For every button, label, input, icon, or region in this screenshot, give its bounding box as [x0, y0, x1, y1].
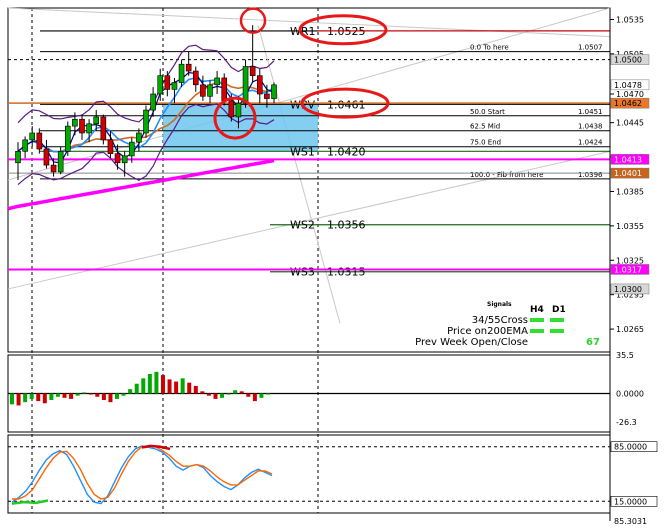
price-tag-3: 1.0413	[614, 155, 642, 164]
fib-value-2: 1.0438	[578, 123, 603, 131]
momentum-axis-label-0: 35.5	[616, 351, 634, 360]
candle-body	[114, 153, 121, 164]
momentum-axis-label-1: 0.0000	[616, 390, 644, 399]
candle-body	[256, 75, 263, 95]
price-axis-label-3: 1.0445	[616, 119, 644, 128]
signal-indicator-h4	[530, 318, 544, 322]
candle-body	[128, 141, 135, 157]
oscillator-axis-label-1: 15.0000	[614, 497, 647, 506]
level-label-ws2: WS2	[290, 219, 315, 232]
candle-body	[22, 139, 28, 152]
chart-canvas: WR1 1.0525WPV 1.0461WS1 1.0420WS2 1.0356WS3 1…	[7, 7, 658, 526]
candle-body	[72, 118, 78, 127]
candle-body	[36, 132, 43, 150]
fib-label-2: 62.5 Mid	[470, 123, 500, 131]
fib-label-0: 0.0 To here	[470, 44, 509, 52]
candle-body	[79, 118, 85, 134]
candle-body	[15, 151, 21, 164]
candle-body	[228, 100, 235, 118]
level-label-ws3: WS3	[290, 266, 315, 279]
candle-body	[86, 123, 92, 134]
candle-body	[150, 93, 156, 111]
fib-label-4: 100.0 - Fib from here	[470, 171, 543, 179]
fib-value-0: 1.0507	[578, 44, 603, 52]
level-value-ws1: 1.0420	[327, 145, 366, 158]
oscillator-axis-label-2: 85.3031	[614, 517, 647, 525]
signals-d1-header: D1	[552, 305, 566, 315]
signals-h4-header: H4	[530, 305, 544, 315]
candle-body	[171, 82, 178, 90]
level-value-ws3: 1.0315	[327, 266, 366, 279]
price-tag-6: 1.0300	[614, 285, 642, 294]
price-axis-label-2: 1.0470	[616, 90, 644, 99]
candle-body	[43, 148, 50, 166]
price-tag-0: 1.0500	[614, 56, 642, 65]
candle-body	[185, 63, 192, 72]
candle-body	[164, 75, 171, 90]
price-tag-4: 1.0401	[614, 169, 642, 178]
candle-body	[107, 139, 114, 154]
signals-row-label-2: Prev Week Open/Close	[415, 337, 528, 348]
candle-body	[57, 151, 64, 173]
price-axis-label-0: 1.0535	[616, 15, 644, 24]
candle-body	[143, 109, 149, 134]
fib-label-3: 75.0 End	[470, 139, 501, 147]
candle-body	[93, 116, 100, 125]
candle-body	[100, 116, 107, 141]
candle-body	[136, 132, 142, 143]
fib-value-3: 1.0424	[578, 139, 603, 147]
price-axis-label-7: 1.0325	[616, 256, 644, 265]
candle-body	[235, 102, 242, 118]
candle-body	[242, 66, 249, 104]
candle-body	[264, 93, 270, 99]
candle-body	[50, 164, 57, 173]
signals-row-label-0: 34/55Cross	[472, 315, 528, 326]
candle-body	[214, 77, 220, 86]
price-tag-2: 1.0462	[614, 99, 642, 108]
price-axis-label-9: 1.0265	[616, 325, 644, 334]
candle-body	[200, 84, 206, 97]
price-axis-label-5: 1.0385	[616, 187, 644, 196]
fib-value-4: 1.0396	[578, 171, 603, 179]
price-axis-label-6: 1.0355	[616, 222, 644, 231]
oscillator-axis-label-0: 85.0000	[614, 443, 647, 452]
chart-stage: WR1 1.0525 WPV 1.0461 WS1 1.0420 WS2 1.0356 WS3 1…	[0, 0, 667, 526]
signals-title: Signals	[487, 301, 512, 308]
candle-body	[64, 125, 71, 152]
momentum-axis-label-2: -26.3	[616, 418, 637, 427]
fib-value-1: 1.0451	[578, 108, 603, 116]
candle-body	[192, 70, 199, 86]
level-label-ws1: WS1	[290, 145, 315, 158]
level-value-ws2: 1.0356	[327, 219, 366, 232]
signals-row-label-1: Price on200EMA	[447, 326, 528, 337]
candle-body	[121, 155, 128, 164]
fib-label-1: 50.0 Start	[470, 108, 505, 116]
candle-body	[29, 132, 36, 141]
candle-body	[157, 75, 164, 95]
signals-prev-week-value: 67	[586, 337, 600, 348]
candle-body	[221, 77, 228, 102]
candle-body	[207, 84, 213, 97]
signal-indicator-d1	[550, 329, 564, 333]
signal-indicator-d1	[550, 318, 564, 322]
signal-indicator-h4	[530, 329, 544, 333]
price-tag-5: 1.0317	[614, 265, 642, 274]
level-value-wpv: 1.0461	[327, 98, 366, 111]
price-tag-1: 1.0478	[614, 81, 642, 90]
candle-body	[178, 63, 185, 83]
candle-body	[271, 84, 277, 99]
candle-body	[249, 66, 256, 76]
